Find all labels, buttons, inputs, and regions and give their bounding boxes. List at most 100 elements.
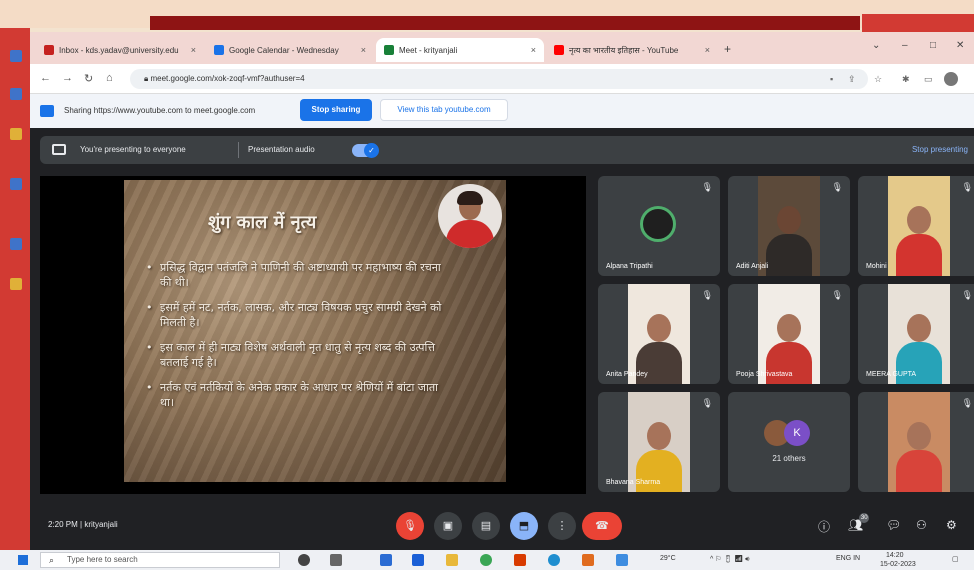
settings-app-icon[interactable] bbox=[616, 554, 628, 566]
participant-count-badge: 30 bbox=[859, 513, 870, 523]
windows-start-icon[interactable] bbox=[18, 555, 28, 565]
mic-off-icon: 🎙︎ bbox=[831, 290, 843, 300]
video-body bbox=[896, 450, 942, 492]
presenter-body bbox=[446, 220, 494, 248]
store-icon[interactable] bbox=[380, 554, 392, 566]
share-icon[interactable]: ⇪ bbox=[848, 74, 856, 85]
tab-label: Meet - krityanjali bbox=[399, 45, 458, 55]
onedrive-icon[interactable] bbox=[582, 554, 594, 566]
participant-tile[interactable]: 🎙︎ Mohini bbox=[858, 176, 974, 276]
maximize-icon[interactable]: □ bbox=[930, 40, 936, 51]
mic-off-button[interactable]: 🎙︎ bbox=[396, 512, 424, 540]
minimize-icon[interactable]: – bbox=[902, 40, 908, 51]
presentation-audio-toggle[interactable]: ✓ bbox=[352, 143, 379, 158]
cortana-icon[interactable] bbox=[298, 554, 310, 566]
tab-search-icon[interactable]: ⌄ bbox=[872, 40, 880, 51]
clock-date[interactable]: 15-02-2023 bbox=[880, 561, 916, 568]
extensions-icon[interactable]: ✱ bbox=[902, 74, 910, 85]
meet-app: You're presenting to everyone Presentati… bbox=[30, 128, 974, 550]
leave-call-button[interactable]: ☎︎ bbox=[582, 512, 622, 540]
home-icon[interactable]: ⌂ bbox=[106, 72, 113, 84]
divider bbox=[238, 142, 239, 158]
file-explorer-icon[interactable] bbox=[446, 554, 458, 566]
sidebar-icon[interactable]: ▭ bbox=[924, 74, 933, 85]
chat-icon[interactable]: 💬︎ bbox=[886, 518, 901, 532]
chrome-icon[interactable] bbox=[480, 554, 492, 566]
captions-button[interactable]: ▤ bbox=[472, 512, 500, 540]
close-icon[interactable]: × bbox=[701, 45, 710, 55]
participant-tile[interactable]: 🎙︎ Bhavana Sharma bbox=[598, 392, 720, 492]
close-window-icon[interactable]: ✕ bbox=[956, 40, 964, 51]
profile-avatar[interactable] bbox=[944, 72, 958, 86]
presenter-camera-bubble bbox=[438, 184, 502, 248]
close-icon[interactable]: × bbox=[357, 45, 366, 55]
check-icon: ✓ bbox=[364, 143, 379, 158]
stop-sharing-button[interactable]: Stop sharing bbox=[300, 99, 372, 121]
participant-video bbox=[758, 284, 820, 384]
mic-off-icon: 🎙︎ bbox=[961, 290, 973, 300]
back-icon[interactable]: ← bbox=[40, 72, 51, 84]
participant-name: Mohini bbox=[866, 263, 887, 270]
weather-widget[interactable]: 29°C bbox=[660, 555, 676, 562]
tray-icons[interactable]: ^ ⚐ 🔋︎ 📶︎ 🔊︎ bbox=[710, 555, 750, 564]
presentation-tile[interactable]: शुंग काल में नृत्य प्रसिद्ध विद्वान पतंज… bbox=[40, 176, 586, 494]
desktop-icon[interactable] bbox=[10, 50, 22, 62]
video-head bbox=[647, 314, 671, 342]
camera-indicator-icon[interactable]: ▪ bbox=[830, 74, 833, 84]
people-icon[interactable]: 👥︎ 30 bbox=[848, 513, 870, 532]
taskbar-search-input[interactable]: ⌕ Type here to search bbox=[40, 552, 280, 568]
participant-tile[interactable]: 🎙︎ Anita Pandey bbox=[598, 284, 720, 384]
participant-tile[interactable]: 🎙︎ MEERA GUPTA bbox=[858, 284, 974, 384]
tab-label: Inbox - kds.yadav@university.edu bbox=[59, 45, 179, 55]
notification-icon[interactable]: ▢ bbox=[952, 555, 959, 563]
slide-point: इसमें हमें नट, नर्तक, लासक, और नाट्य विष… bbox=[144, 300, 444, 330]
tab-label: Google Calendar - Wednesday bbox=[229, 45, 339, 55]
bookmark-star-icon[interactable]: ☆ bbox=[874, 74, 882, 85]
participant-tile[interactable]: 🎙︎ bbox=[858, 392, 974, 492]
more-options-button[interactable]: ⋮ bbox=[548, 512, 576, 540]
participant-tile[interactable]: 🎙︎ Pooja Shrivastava bbox=[728, 284, 850, 384]
gmail-icon bbox=[44, 45, 54, 55]
presenting-status: You're presenting to everyone bbox=[80, 145, 186, 154]
clock-time[interactable]: 14:20 bbox=[886, 552, 904, 559]
url-field[interactable]: 🔒︎ meet.google.com/xok-zoqf-vmf?authuser… bbox=[130, 69, 868, 89]
meeting-clock: 2:20 PM | krityanjali bbox=[48, 520, 118, 529]
info-icon[interactable]: ⓘ bbox=[818, 518, 830, 535]
meet-controls-bar: 2:20 PM | krityanjali 🎙︎ ▣ ▤ ⬒ ⋮ ☎︎ ⓘ 👥︎… bbox=[30, 498, 974, 550]
participant-tile[interactable]: 🎙︎ Alpana Tripathi bbox=[598, 176, 720, 276]
reload-icon[interactable]: ↻ bbox=[84, 72, 93, 85]
tab-calendar[interactable]: Google Calendar - Wednesday × bbox=[206, 38, 374, 62]
tab-youtube[interactable]: नृत्य का भारतीय इतिहास - YouTube × bbox=[546, 38, 718, 62]
desktop-icon[interactable] bbox=[10, 128, 22, 140]
stop-presenting-button[interactable]: Stop presenting bbox=[912, 145, 968, 154]
desktop-icon[interactable] bbox=[10, 178, 22, 190]
desktop-icon[interactable] bbox=[10, 88, 22, 100]
close-icon[interactable]: × bbox=[187, 45, 196, 55]
language-indicator[interactable]: ENG IN bbox=[836, 555, 860, 562]
participant-tile[interactable]: 🎙︎ Aditi Anjali bbox=[728, 176, 850, 276]
tab-meet[interactable]: Meet - krityanjali × bbox=[376, 38, 544, 62]
participant-video bbox=[758, 176, 820, 276]
forward-icon[interactable]: → bbox=[62, 72, 73, 84]
camera-button[interactable]: ▣ bbox=[434, 512, 462, 540]
desktop-icon[interactable] bbox=[10, 278, 22, 290]
activities-icon[interactable]: ⚇ bbox=[916, 518, 927, 532]
dropbox-icon[interactable] bbox=[412, 554, 424, 566]
tab-gmail[interactable]: Inbox - kds.yadav@university.edu × bbox=[36, 38, 204, 62]
new-tab-button[interactable]: + bbox=[724, 42, 731, 56]
present-button[interactable]: ⬒ bbox=[510, 512, 538, 540]
desktop-icon[interactable] bbox=[10, 238, 22, 250]
switch-tab-button[interactable]: View this tab youtube.com bbox=[380, 99, 508, 121]
close-icon[interactable]: × bbox=[527, 45, 536, 55]
presenting-bar: You're presenting to everyone Presentati… bbox=[40, 136, 974, 164]
monitor-top-edge bbox=[150, 16, 860, 30]
video-head bbox=[777, 314, 801, 342]
presentation-audio-label: Presentation audio bbox=[248, 145, 315, 154]
task-view-icon[interactable] bbox=[330, 554, 342, 566]
edge-icon[interactable] bbox=[548, 554, 560, 566]
windows-taskbar: ⌕ Type here to search 29°C ^ ⚐ 🔋︎ 📶︎ 🔊︎ … bbox=[0, 550, 974, 570]
host-controls-icon[interactable]: ⚙ bbox=[946, 518, 957, 532]
office-icon[interactable] bbox=[514, 554, 526, 566]
others-tile[interactable]: K 21 others bbox=[728, 392, 850, 492]
search-icon: ⌕ bbox=[49, 555, 55, 565]
